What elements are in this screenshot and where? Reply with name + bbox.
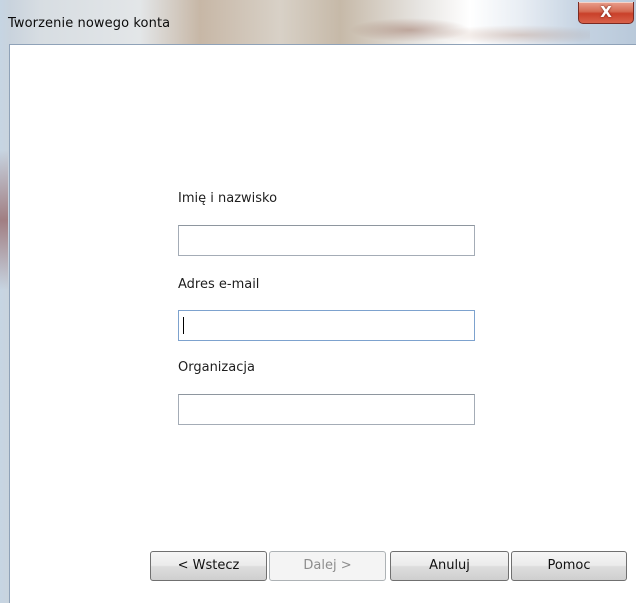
name-field[interactable] <box>178 225 475 256</box>
organization-field[interactable] <box>178 394 475 425</box>
organization-label: Organizacja <box>178 360 255 375</box>
close-button[interactable]: X <box>578 2 634 24</box>
email-field[interactable] <box>178 310 475 341</box>
window-edge-decor <box>0 150 8 290</box>
next-button[interactable]: Dalej > <box>269 551 386 581</box>
window-title: Tworzenie nowego konta <box>8 16 171 31</box>
close-icon: X <box>600 3 612 21</box>
dialog-window: Tworzenie nowego konta X Imię i nazwisko… <box>0 0 636 603</box>
help-button[interactable]: Pomoc <box>511 551 627 581</box>
name-label: Imię i nazwisko <box>178 191 278 206</box>
cancel-button[interactable]: Anuluj <box>390 551 509 581</box>
dialog-content: Imię i nazwisko Adres e-mail Organizacja… <box>9 44 636 603</box>
back-button[interactable]: < Wstecz <box>150 551 267 581</box>
text-cursor <box>183 317 184 334</box>
title-bar-background <box>290 0 590 44</box>
email-label: Adres e-mail <box>178 277 260 292</box>
